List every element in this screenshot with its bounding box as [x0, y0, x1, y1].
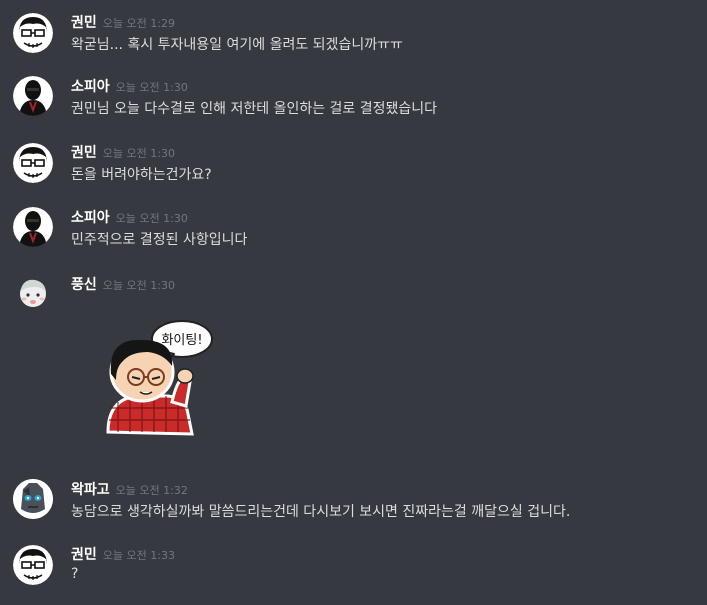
avatar-sophia[interactable]: [13, 76, 53, 116]
timestamp: 오늘 오전 1:30: [102, 147, 175, 160]
message-text: ?: [71, 566, 79, 582]
timestamp: 오늘 오전 1:30: [115, 212, 188, 225]
timestamp: 오늘 오전 1:30: [102, 279, 175, 292]
message-header: 소피아 오늘 오전 1:30: [71, 207, 188, 227]
message-header: 권민 오늘 오전 1:33: [71, 544, 175, 564]
message-text: 농담으로 생각하실까봐 말씀드리는건데 다시보기 보시면 진짜라는걸 깨달으실 …: [71, 504, 571, 520]
username[interactable]: 풍신: [71, 277, 97, 293]
message-text: 돈을 버려야하는건가요?: [71, 167, 212, 183]
sticker-speech-text: 화이팅!: [161, 333, 202, 348]
timestamp: 오늘 오전 1:29: [102, 17, 175, 30]
avatar-kwonmin[interactable]: [13, 13, 53, 53]
message-text: 민주적으로 결정된 사항입니다: [71, 232, 248, 248]
chat-messages: 권민 오늘 오전 1:29 왁굳님... 혹시 투자내용일 여기에 올려도 되겠습…: [0, 0, 707, 605]
timestamp: 오늘 오전 1:30: [115, 81, 188, 94]
username[interactable]: 왁파고: [71, 482, 110, 498]
message-header: 풍신 오늘 오전 1:30: [71, 274, 175, 294]
avatar-kwonmin[interactable]: [13, 545, 53, 585]
username[interactable]: 권민: [71, 15, 97, 31]
message-header: 왁파고 오늘 오전 1:32: [71, 479, 188, 499]
username[interactable]: 소피아: [71, 210, 110, 226]
message-header: 권민 오늘 오전 1:30: [71, 142, 175, 162]
timestamp: 오늘 오전 1:33: [102, 549, 175, 562]
username[interactable]: 권민: [71, 145, 97, 161]
sticker-image[interactable]: 화이팅!: [88, 302, 223, 437]
avatar-sophia[interactable]: [13, 207, 53, 247]
message-text: 권민님 오늘 다수결로 인해 저한테 올인하는 걸로 결정됐습니다: [71, 101, 438, 117]
timestamp: 오늘 오전 1:32: [115, 484, 188, 497]
avatar-kwonmin[interactable]: [13, 143, 53, 183]
message-text: 왁굳님... 혹시 투자내용일 여기에 올려도 되겠습니까ㅠㅠ: [71, 37, 403, 53]
message-header: 권민 오늘 오전 1:29: [71, 12, 175, 32]
avatar-wakpago[interactable]: [13, 479, 53, 519]
username[interactable]: 소피아: [71, 79, 110, 95]
avatar-pungsin[interactable]: [13, 272, 53, 312]
message-header: 소피아 오늘 오전 1:30: [71, 76, 188, 96]
username[interactable]: 권민: [71, 547, 97, 563]
